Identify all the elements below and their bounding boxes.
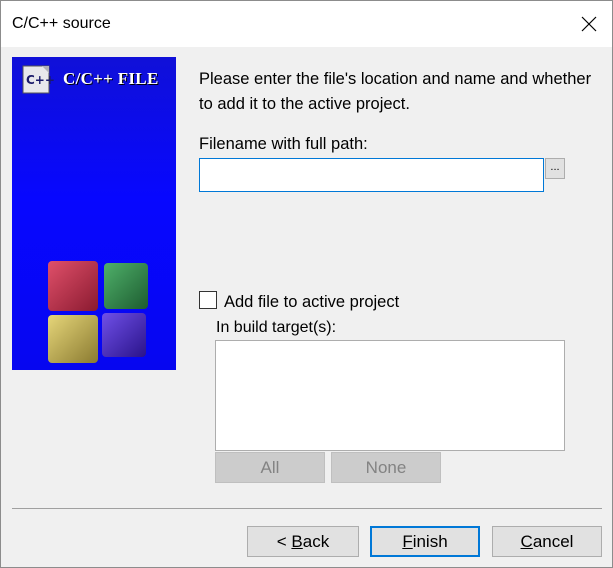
close-button[interactable] bbox=[566, 1, 612, 47]
finish-mnemonic: F bbox=[402, 532, 413, 551]
cancel-rest: ancel bbox=[532, 532, 574, 551]
back-button[interactable]: < Back bbox=[247, 526, 359, 557]
filename-input[interactable] bbox=[199, 158, 544, 192]
add-to-project-checkbox[interactable] bbox=[199, 291, 217, 309]
instruction-text: Please enter the file's location and nam… bbox=[199, 70, 592, 113]
finish-button[interactable]: Finish bbox=[370, 526, 480, 557]
window-title: C/C++ source bbox=[12, 15, 111, 32]
add-to-project-label[interactable]: Add file to active project bbox=[224, 293, 399, 312]
separator-line bbox=[12, 508, 602, 509]
wizard-banner: C++ C/C++ FILE bbox=[12, 57, 176, 370]
finish-rest: inish bbox=[412, 532, 448, 551]
cubes-logo-icon bbox=[48, 261, 148, 363]
logo-text: C++ bbox=[26, 73, 54, 87]
build-targets-list[interactable] bbox=[215, 340, 565, 451]
codeblocks-file-icon: C++ bbox=[22, 65, 54, 94]
back-prefix: < bbox=[276, 532, 292, 551]
cancel-button[interactable]: Cancel bbox=[492, 526, 602, 557]
all-button[interactable]: All bbox=[215, 452, 325, 483]
back-rest: ack bbox=[302, 532, 330, 551]
close-icon bbox=[581, 16, 597, 32]
banner-title: C/C++ FILE bbox=[63, 69, 159, 88]
title-bar: C/C++ source bbox=[1, 1, 612, 47]
dialog-window: C/C++ source C++ C/C++ FILE Please enter… bbox=[0, 0, 613, 568]
none-button[interactable]: None bbox=[331, 452, 441, 483]
filename-label: Filename with full path: bbox=[199, 135, 368, 153]
back-mnemonic: B bbox=[291, 532, 303, 551]
build-targets-label: In build target(s): bbox=[216, 319, 337, 336]
browse-button[interactable]: ... bbox=[545, 158, 565, 179]
cancel-mnemonic: C bbox=[520, 532, 533, 551]
